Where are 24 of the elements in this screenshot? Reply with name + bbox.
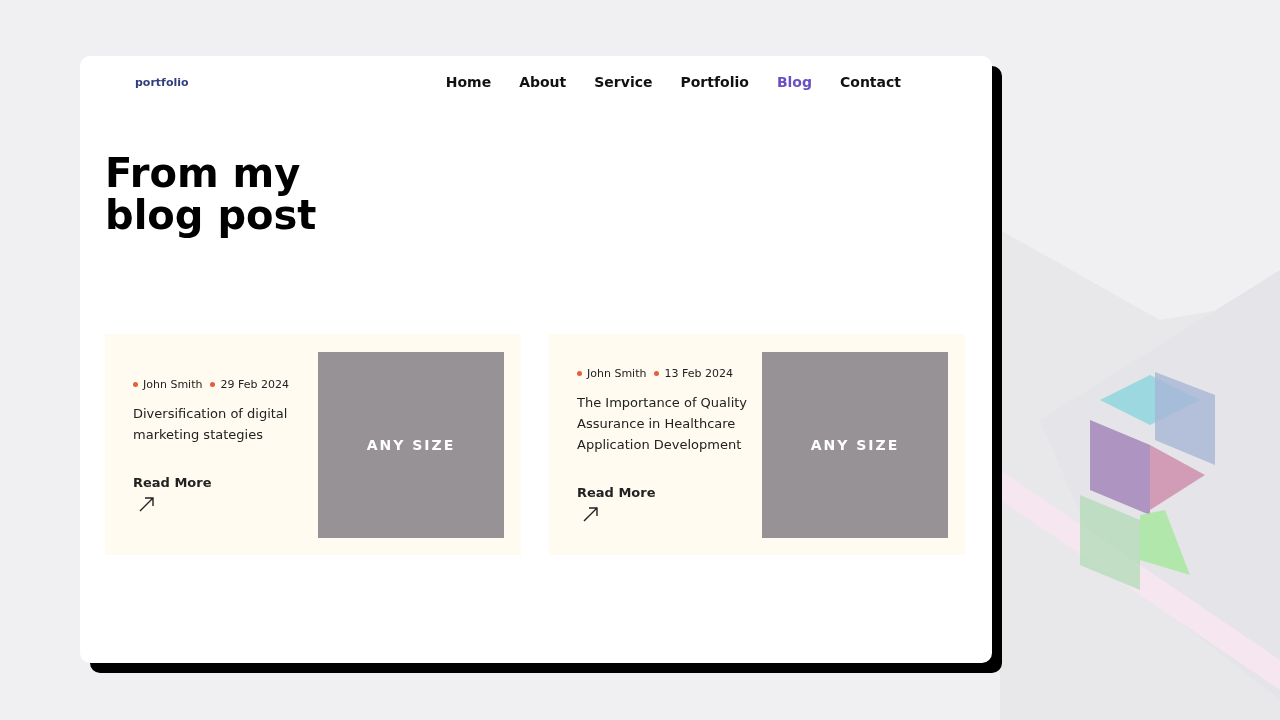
post-title: The Importance of Quality Assurance in Healthcare Application Development xyxy=(577,394,749,454)
bullet-icon xyxy=(133,381,138,387)
post-date: 29 Feb 2024 xyxy=(220,377,289,391)
logo[interactable]: portfolio xyxy=(135,75,189,89)
placeholder-label: ANY SIZE xyxy=(810,437,900,453)
bullet-icon xyxy=(654,371,660,376)
arrow-icon[interactable] xyxy=(139,495,155,512)
post-title: Diversification of digital marketing stategies xyxy=(133,404,289,444)
arrow-icon[interactable] xyxy=(583,506,599,522)
nav-link[interactable]: Contact xyxy=(840,74,901,90)
nav-link[interactable]: Portfolio xyxy=(680,74,749,90)
nav-link[interactable]: Home xyxy=(445,74,492,90)
section-heading: From my blog post xyxy=(105,152,318,236)
read-more-link[interactable]: Read More xyxy=(133,474,212,490)
nav-link[interactable]: Blog xyxy=(776,74,812,90)
bullet-icon xyxy=(210,381,216,387)
post-author: John Smith xyxy=(587,367,647,380)
read-more-link[interactable]: Read More xyxy=(577,485,656,500)
nav-link[interactable]: Service xyxy=(594,74,653,90)
placeholder-label: ANY SIZE xyxy=(366,437,456,453)
post-date: 13 Feb 2024 xyxy=(664,367,733,380)
bullet-icon xyxy=(577,371,582,376)
post-author: John Smith xyxy=(143,377,203,391)
nav-link[interactable]: About xyxy=(519,74,567,90)
